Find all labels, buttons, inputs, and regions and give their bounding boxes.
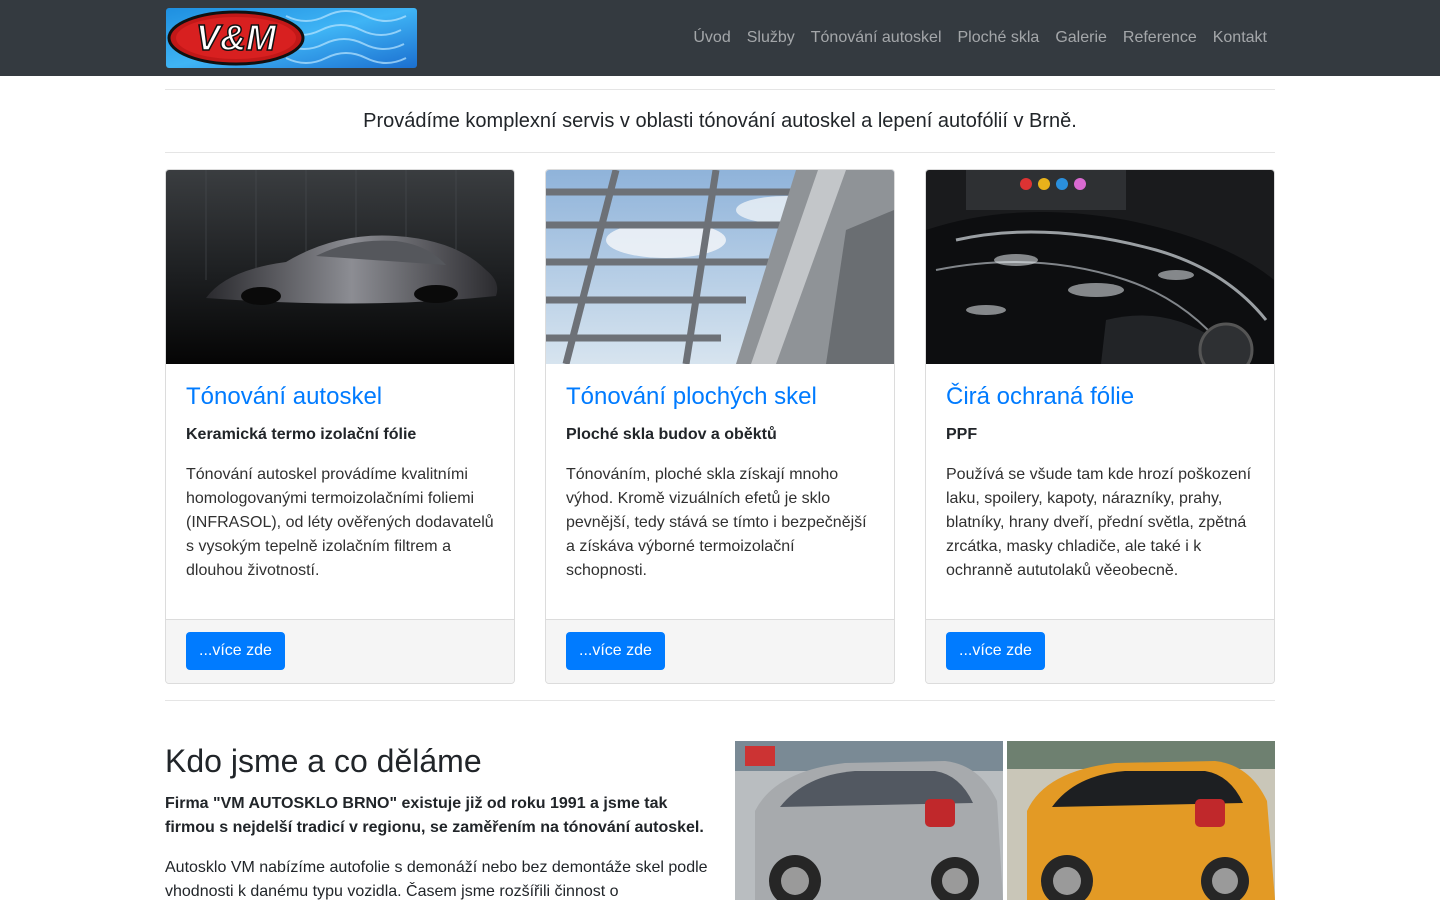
logo-text: V&M (196, 17, 277, 58)
nav-tonovani-autoskel[interactable]: Tónování autoskel (803, 26, 950, 50)
lead-text: Provádíme komplexní servis v oblasti tón… (363, 110, 1077, 132)
about-heading: Kdo jsme a co děláme (165, 743, 482, 779)
card-subtitle: Ploché skla budov a oběktů (566, 426, 777, 443)
card-text: Tónováním, ploché skla získají mnoho výh… (566, 466, 867, 579)
card-subtitle: PPF (946, 426, 978, 443)
nav-ploche-skla[interactable]: Ploché skla (950, 26, 1048, 50)
service-card-ppf: Čirá ochraná fólie PPF Používá se všude … (925, 169, 1275, 684)
service-card-autoskla: Tónování autoskel Keramická termo izolač… (165, 169, 515, 684)
about-text: Autosklo VM nabízíme autofolie s demonáž… (165, 859, 708, 900)
card-title[interactable]: Tónování plochých skel (566, 382, 876, 412)
card-text: Používá se všude tam kde hrozí poškození… (946, 466, 1252, 579)
card-footer: ...více zde (926, 619, 1274, 683)
more-button[interactable]: ...více zde (186, 632, 285, 670)
about-section: Kdo jsme a co děláme Firma "VM AUTOSKLO … (165, 742, 715, 900)
card-subtitle: Keramická termo izolační fólie (186, 426, 417, 443)
car-wrap-image (926, 170, 1274, 364)
card-footer: ...více zde (546, 619, 894, 683)
brand-logo[interactable]: V&M (166, 8, 417, 68)
top-navbar: V&M Úvod Služby Tónování autoskel Ploché… (0, 0, 1440, 76)
glass-roof-image (546, 170, 894, 364)
nav-kontakt[interactable]: Kontakt (1205, 26, 1275, 50)
card-footer: ...více zde (166, 619, 514, 683)
card-text: Tónování autoskel provádíme kvalitními h… (186, 466, 494, 579)
nav-sluzby[interactable]: Služby (739, 26, 803, 50)
more-button[interactable]: ...více zde (566, 632, 665, 670)
about-intro: Firma "VM AUTOSKLO BRNO" existuje již od… (165, 795, 704, 836)
divider (165, 89, 1275, 90)
service-card-ploche-skla: Tónování plochých skel Ploché skla budov… (545, 169, 895, 684)
nav-galerie[interactable]: Galerie (1047, 26, 1115, 50)
car-dark-image (166, 170, 514, 364)
divider (165, 152, 1275, 153)
more-button[interactable]: ...více zde (946, 632, 1045, 670)
nav-reference[interactable]: Reference (1115, 26, 1205, 50)
main-nav: Úvod Služby Tónování autoskel Ploché skl… (685, 0, 1275, 76)
card-title[interactable]: Čirá ochraná fólie (946, 382, 1256, 412)
card-title[interactable]: Tónování autoskel (186, 382, 496, 412)
before-after-image (735, 741, 1275, 900)
divider (165, 700, 1275, 701)
nav-uvod[interactable]: Úvod (685, 26, 738, 50)
